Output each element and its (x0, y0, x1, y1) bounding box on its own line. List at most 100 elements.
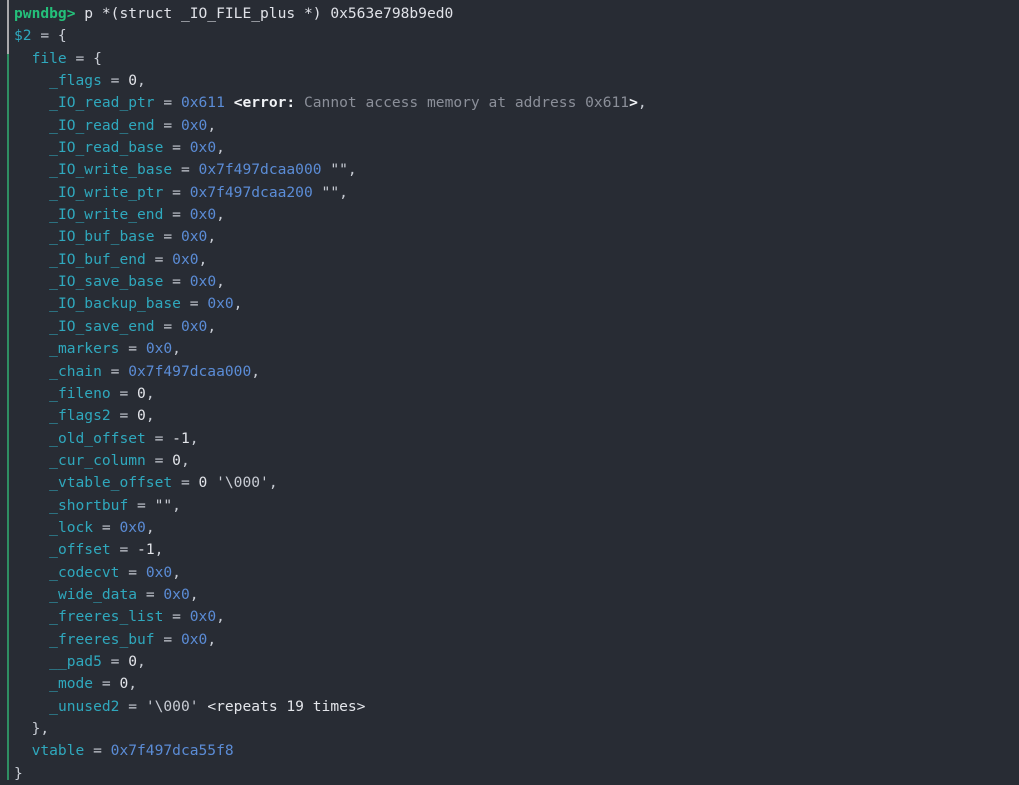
struct-field-line: _offset = -1, (0, 539, 1019, 561)
struct-open-line: file = { (0, 48, 1019, 70)
field-value-suffix: "" (321, 161, 348, 179)
field-name: _wide_data (49, 585, 138, 603)
assign-operator: = (119, 697, 146, 715)
struct-field-line: _IO_buf_base = 0x0, (0, 226, 1019, 248)
assign-operator: = (163, 273, 190, 291)
field-value: 0x0 (180, 228, 208, 246)
field-name: _IO_save_end (49, 317, 155, 335)
field-name: _IO_buf_end (49, 250, 146, 268)
field-value: 0 (172, 451, 181, 469)
field-separator: , (189, 585, 199, 603)
struct-field-line: _freeres_list = 0x0, (0, 606, 1019, 628)
field-name: _IO_write_base (49, 161, 173, 179)
field-value: 0x611 (180, 94, 225, 112)
struct-field-line: _IO_save_base = 0x0, (0, 271, 1019, 293)
field-separator: , (207, 228, 217, 246)
assign-operator: = (154, 94, 181, 112)
command-text: p *(struct _IO_FILE_plus *) 0x563e798b9e… (75, 5, 454, 22)
field-name: __pad5 (49, 652, 102, 670)
brace-open: = { (31, 27, 67, 45)
field-name: _chain (49, 362, 102, 380)
terminal-window: pwndbg> p *(struct _IO_FILE_plus *) 0x56… (0, 0, 1019, 782)
struct-field-line: _IO_write_base = 0x7f497dcaa000 "", (0, 159, 1019, 181)
assign-operator: = (154, 228, 181, 246)
field-value: 0x0 (172, 250, 199, 268)
assign-operator: = (110, 384, 138, 402)
struct-field-line: _markers = 0x0, (0, 338, 1019, 360)
field-value: 0 (128, 72, 138, 90)
struct-field-line: vtable = 0x7f497dca55f8 (0, 740, 1019, 762)
field-value: "" (154, 496, 173, 514)
assign-operator: = (119, 340, 146, 358)
assign-operator: = (145, 250, 173, 268)
field-value: 0x0 (163, 585, 190, 603)
field-separator: , (137, 72, 146, 90)
field-name: _freeres_list (49, 608, 164, 626)
field-value: 0x0 (189, 206, 217, 224)
struct-field-line: __pad5 = 0, (0, 651, 1019, 673)
struct-field-line: _vtable_offset = 0 '\000', (0, 472, 1019, 494)
prompt-label: pwndbg> (14, 5, 76, 22)
field-name: _cur_column (49, 451, 146, 469)
field-value: 0x7f497dcaa000 (128, 362, 252, 380)
field-value: 0x0 (119, 518, 146, 536)
assign-operator: = (137, 585, 164, 603)
field-name: _shortbuf (49, 496, 129, 514)
struct-field-line: _IO_write_ptr = 0x7f497dcaa200 "", (0, 182, 1019, 204)
field-separator: , (172, 563, 181, 581)
field-value: 0 (119, 675, 129, 693)
struct-field-line: _IO_backup_base = 0x0, (0, 293, 1019, 315)
repeat-annotation: <repeats 19 times> (198, 697, 366, 715)
field-name: _flags (49, 72, 102, 90)
field-separator: , (154, 541, 164, 559)
field-value: 0x0 (180, 317, 208, 335)
field-name: _fileno (49, 384, 111, 402)
struct-field-line: _flags = 0, (0, 70, 1019, 92)
assign-operator: = (93, 675, 120, 693)
assign-operator: = (172, 474, 199, 492)
struct-field-line: _lock = 0x0, (0, 517, 1019, 539)
field-separator: , (137, 652, 146, 670)
field-name: _offset (49, 541, 111, 559)
field-name: _vtable_offset (49, 474, 173, 492)
field-separator: , (172, 496, 181, 514)
field-separator: , (207, 317, 217, 335)
struct-field-line: _flags2 = 0, (0, 405, 1019, 427)
field-value: 0x7f497dca55f8 (110, 742, 234, 760)
field-value: 0x0 (189, 608, 217, 626)
field-separator: , (145, 518, 155, 536)
field-separator: , (207, 116, 217, 134)
field-name: _codecvt (49, 563, 120, 581)
field-name: _IO_save_base (49, 273, 164, 291)
brace-open: = { (66, 49, 102, 67)
field-value-suffix: "" (312, 183, 340, 201)
field-separator: , (339, 183, 348, 201)
field-value: 0x0 (189, 273, 217, 291)
struct-field-line: _unused2 = '\000' <repeats 19 times> (0, 696, 1019, 718)
field-separator: , (145, 384, 155, 402)
field-separator: , (172, 340, 181, 358)
terminal-output[interactable]: pwndbg> p *(struct _IO_FILE_plus *) 0x56… (0, 0, 1019, 785)
assign-operator: = (119, 563, 146, 581)
struct-name: file (31, 49, 67, 67)
struct-open-line: $2 = { (0, 25, 1019, 47)
struct-field-line: _IO_buf_end = 0x0, (0, 249, 1019, 271)
